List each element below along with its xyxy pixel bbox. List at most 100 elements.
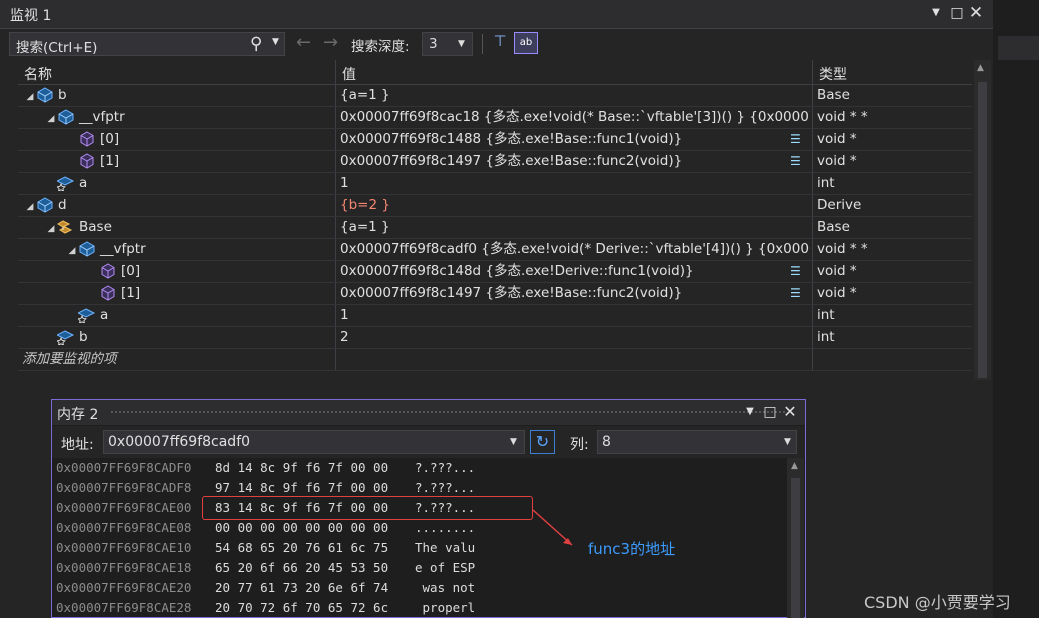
search-icon[interactable]: ⚲ <box>250 34 262 54</box>
memory-title-bar[interactable]: 内存 2 ▼ □ ✕ <box>52 400 805 425</box>
watch-row[interactable]: [1] 0x00007ff69f8c1497 {多态.exe!Base::func… <box>18 151 972 173</box>
watch-row[interactable]: ◢ __vfptr 0x00007ff69f8cadf0 {多态.exe!void(… <box>18 239 972 261</box>
cube-icon <box>99 285 121 301</box>
annotation-label: func3的地址 <box>588 540 676 558</box>
add-watch-row[interactable]: 添加要监视的项 <box>18 349 972 371</box>
expand-arrow-icon[interactable]: ◢ <box>24 197 36 216</box>
column-divider <box>335 107 336 128</box>
watch-row-value[interactable]: {a=1 } <box>340 85 810 106</box>
memory-bytes[interactable]: 54 68 65 20 76 61 6c 75 <box>215 538 388 558</box>
watch-row[interactable]: ◢ __vfptr 0x00007ff69f8cac18 {多态.exe!void(… <box>18 107 972 129</box>
memory-scrollbar[interactable]: ▲ <box>787 458 804 618</box>
watch-row-value[interactable]: {a=1 } <box>340 217 810 238</box>
watch-row-value[interactable]: 0x00007ff69f8cac18 {多态.exe!void(* Base::… <box>340 107 810 128</box>
memory-line[interactable]: 0x00007FF69F8CAE00 83 14 8c 9f f6 7f 00 0… <box>56 498 475 518</box>
search-depth-select[interactable]: 3 ▼ <box>422 32 473 56</box>
maximize-icon[interactable]: □ <box>947 3 967 23</box>
watch-row-value[interactable]: 1 <box>340 305 810 326</box>
scroll-thumb[interactable] <box>978 82 987 378</box>
memory-ascii[interactable]: ?.???... <box>415 478 475 498</box>
cube-icon <box>78 131 100 147</box>
memory-line[interactable]: 0x00007FF69F8CAE18 65 20 6f 66 20 45 53 5… <box>56 558 475 578</box>
add-watch-placeholder[interactable]: 添加要监视的项 <box>18 349 338 370</box>
column-divider[interactable] <box>812 60 813 84</box>
watch-row[interactable]: [1] 0x00007ff69f8c1497 {多态.exe!Base::func… <box>18 283 972 305</box>
watch-row-value[interactable]: 1 <box>340 173 810 194</box>
column-divider <box>812 151 813 172</box>
memory-address-bar: 地址: 0x00007ff69f8cadf0 ▼ ↻ 列: 8 ▼ <box>52 426 805 458</box>
memory-ascii[interactable]: e of ESP <box>415 558 475 578</box>
hex-display-button[interactable]: ab <box>514 32 538 54</box>
field-icon <box>57 329 79 345</box>
text-visualizer-icon[interactable]: ☰ <box>790 132 801 146</box>
dropdown-icon[interactable]: ▼ <box>740 402 760 422</box>
column-divider <box>335 173 336 194</box>
watch-row-type: int <box>817 329 835 345</box>
expand-arrow-icon[interactable]: ◢ <box>66 241 78 260</box>
memory-bytes[interactable]: 00 00 00 00 00 00 00 00 <box>215 518 388 538</box>
watch-row[interactable]: ◢ b {a=1 } Base <box>18 85 972 107</box>
refresh-icon[interactable]: ↻ <box>530 430 555 454</box>
column-header-type[interactable]: 类型 <box>819 64 847 84</box>
watch-row-value[interactable]: 0x00007ff69f8c148d {多态.exe!Derive::func1… <box>340 261 810 282</box>
memory-ascii[interactable]: ........ <box>415 518 475 538</box>
obj-icon <box>36 87 58 103</box>
memory-ascii[interactable]: properl <box>415 598 476 618</box>
forward-arrow-icon[interactable]: → <box>323 32 338 53</box>
expand-arrow-icon[interactable]: ◢ <box>24 87 36 106</box>
watch-row-value[interactable]: 0x00007ff69f8c1488 {多态.exe!Base::func1(v… <box>340 129 810 150</box>
column-header-value[interactable]: 值 <box>342 64 356 84</box>
scroll-up-icon[interactable]: ▲ <box>977 63 984 73</box>
watch-row[interactable]: b 2 int <box>18 327 972 349</box>
memory-bytes[interactable]: 97 14 8c 9f f6 7f 00 00 <box>215 478 388 498</box>
watch-row[interactable]: ◢ d {b=2 } Derive <box>18 195 972 217</box>
scroll-thumb[interactable] <box>791 478 800 618</box>
memory-line[interactable]: 0x00007FF69F8CADF0 8d 14 8c 9f f6 7f 00 0… <box>56 458 475 478</box>
memory-line[interactable]: 0x00007FF69F8CAE20 20 77 61 73 20 6e 6f 7… <box>56 578 475 598</box>
address-input[interactable]: 0x00007ff69f8cadf0 ▼ <box>103 430 525 454</box>
expand-arrow-icon[interactable]: ◢ <box>45 109 57 128</box>
column-divider <box>335 283 336 304</box>
search-input[interactable]: 搜索(Ctrl+E) ⚲ ▼ <box>9 32 285 56</box>
back-arrow-icon[interactable]: ← <box>296 32 311 53</box>
memory-line[interactable]: 0x00007FF69F8CAE28 20 70 72 6f 70 65 72 6… <box>56 598 475 618</box>
drag-grip[interactable] <box>110 410 785 415</box>
watch-row-value[interactable]: 0x00007ff69f8cadf0 {多态.exe!void(* Derive… <box>340 239 810 260</box>
memory-ascii[interactable]: The valu <box>415 538 475 558</box>
memory-line[interactable]: 0x00007FF69F8CADF8 97 14 8c 9f f6 7f 00 0… <box>56 478 475 498</box>
text-visualizer-icon[interactable]: ☰ <box>790 154 801 168</box>
chevron-down-icon[interactable]: ▼ <box>510 437 517 447</box>
memory-ascii[interactable]: was not <box>415 578 476 598</box>
watch-scrollbar[interactable]: ▲ <box>974 60 991 380</box>
memory-ascii[interactable]: ?.???... <box>415 458 475 478</box>
memory-bytes[interactable]: 20 77 61 73 20 6e 6f 74 <box>215 578 388 598</box>
memory-line[interactable]: 0x00007FF69F8CAE10 54 68 65 20 76 61 6c 7… <box>56 538 475 558</box>
column-header-name[interactable]: 名称 <box>24 64 52 84</box>
memory-bytes[interactable]: 20 70 72 6f 70 65 72 6c <box>215 598 388 618</box>
chevron-down-icon[interactable]: ▼ <box>272 37 279 47</box>
scroll-up-icon[interactable]: ▲ <box>791 461 798 471</box>
text-visualizer-icon[interactable]: ☰ <box>790 264 801 278</box>
watch-title-bar: 监视 1 ▼ □ ✕ <box>0 0 993 29</box>
watch-row[interactable]: ◢ Base {a=1 } Base <box>18 217 972 239</box>
columns-select[interactable]: 8 ▼ <box>597 430 797 454</box>
close-icon[interactable]: ✕ <box>780 402 800 422</box>
column-divider[interactable] <box>335 60 336 84</box>
watch-row-value[interactable]: 2 <box>340 327 810 348</box>
memory-line[interactable]: 0x00007FF69F8CAE08 00 00 00 00 00 00 00 0… <box>56 518 475 538</box>
text-visualizer-icon[interactable]: ☰ <box>790 286 801 300</box>
memory-bytes[interactable]: 65 20 6f 66 20 45 53 50 <box>215 558 388 578</box>
watch-row-value[interactable]: 0x00007ff69f8c1497 {多态.exe!Base::func2(v… <box>340 151 810 172</box>
watch-row-value[interactable]: {b=2 } <box>340 195 810 216</box>
watch-row[interactable]: [0] 0x00007ff69f8c1488 {多态.exe!Base::func… <box>18 129 972 151</box>
watch-row[interactable]: [0] 0x00007ff69f8c148d {多态.exe!Derive::fu… <box>18 261 972 283</box>
watch-row-value[interactable]: 0x00007ff69f8c1497 {多态.exe!Base::func2(v… <box>340 283 810 304</box>
memory-bytes[interactable]: 8d 14 8c 9f f6 7f 00 00 <box>215 458 388 478</box>
expand-arrow-icon[interactable]: ◢ <box>45 219 57 238</box>
close-icon[interactable]: ✕ <box>966 3 986 23</box>
dropdown-icon[interactable]: ▼ <box>926 3 946 23</box>
watch-row[interactable]: a 1 int <box>18 305 972 327</box>
pin-icon[interactable]: ⊤ <box>489 32 511 54</box>
maximize-icon[interactable]: □ <box>760 402 780 422</box>
watch-row[interactable]: a 1 int <box>18 173 972 195</box>
